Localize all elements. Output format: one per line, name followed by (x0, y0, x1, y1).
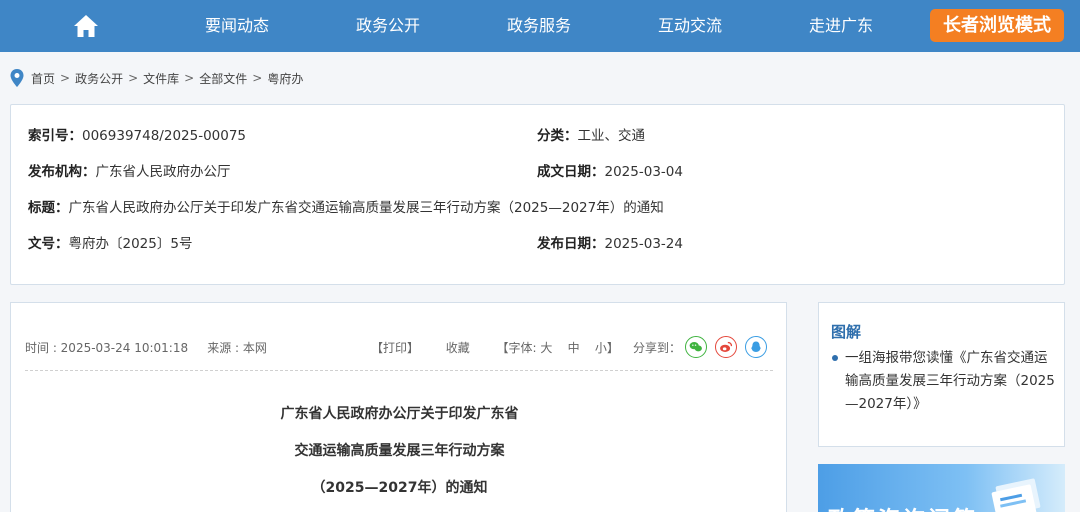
document-stack-icon (991, 478, 1041, 512)
share-label: 分享到： (633, 341, 682, 355)
illustration-link[interactable]: 一组海报带您读懂《广东省交通运输高质量发展三年行动方案（2025—2027年）》 (845, 347, 1057, 416)
article-source: 来源 : 本网 (207, 341, 267, 355)
font-small-button[interactable]: 小 (595, 341, 607, 355)
category-value: 工业、交通 (577, 128, 646, 144)
publish-time: 时间 : 2025-03-24 10:01:18 (25, 341, 189, 355)
breadcrumb-separator: > (60, 71, 71, 85)
title-value: 广东省人民政府办公厅关于印发广东省交通运输高质量发展三年行动方案（2025—20… (68, 200, 664, 216)
written-date-label: 成文日期： (537, 164, 605, 180)
article-title-line-1: 广东省人民政府办公厅关于印发广东省 (280, 406, 519, 422)
breadcrumb-file-library[interactable]: 文件库 (143, 70, 179, 87)
illustration-panel: 图解 一组海报带您读懂《广东省交通运输高质量发展三年行动方案（2025—2027… (818, 302, 1065, 447)
issuer-label: 发布机构： (28, 164, 96, 180)
breadcrumb-gov-open[interactable]: 政务公开 (75, 70, 123, 87)
font-size-label: 【字体: (496, 341, 537, 355)
bullet-icon (832, 355, 838, 361)
breadcrumb-all-files[interactable]: 全部文件 (199, 70, 247, 87)
breadcrumb-current[interactable]: 粤府办 (267, 70, 303, 87)
breadcrumb-separator: > (128, 71, 139, 85)
favorite-button[interactable]: 收藏 (446, 341, 470, 355)
illustration-title: 图解 (831, 323, 862, 341)
breadcrumb-home[interactable]: 首页 (31, 70, 55, 87)
category-label: 分类： (537, 128, 578, 144)
title-label: 标题： (28, 200, 69, 216)
divider (25, 370, 773, 371)
article-title-line-3: （2025—2027年）的通知 (311, 480, 488, 496)
issuer-value: 广东省人民政府办公厅 (95, 164, 231, 180)
index-number-label: 索引号： (28, 128, 82, 144)
wechat-share-icon[interactable] (685, 336, 707, 358)
issuer-row: 发布机构：广东省人民政府办公厅 (28, 160, 231, 180)
index-number-value: 006939748/2025-00075 (82, 128, 247, 144)
written-date-value: 2025-03-04 (604, 164, 683, 180)
location-pin-icon (10, 69, 24, 87)
font-size-close: 】 (606, 341, 619, 355)
article-meta: 时间 : 2025-03-24 10:01:18 来源 : 本网 (25, 339, 267, 356)
document-info-panel: 索引号：006939748/2025-00075 分类：工业、交通 发布机构：广… (10, 104, 1065, 285)
breadcrumb-separator: > (252, 71, 263, 85)
written-date-row: 成文日期：2025-03-04 (537, 160, 683, 180)
top-nav: 要闻动态 政务公开 政务服务 互动交流 走进广东 长者浏览模式 (0, 0, 1080, 52)
home-icon[interactable] (72, 12, 100, 40)
title-row: 标题：广东省人民政府办公厅关于印发广东省交通运输高质量发展三年行动方案（2025… (28, 196, 664, 216)
breadcrumb-separator: > (184, 71, 195, 85)
breadcrumb: 首页 > 政务公开 > 文件库 > 全部文件 > 粤府办 (10, 69, 303, 87)
font-large-button[interactable]: 大 (540, 341, 552, 355)
publish-date-value: 2025-03-24 (604, 236, 683, 252)
category-row: 分类：工业、交通 (537, 124, 645, 144)
nav-item-gov-service[interactable]: 政务服务 (498, 0, 580, 52)
publish-date-label: 发布日期： (537, 236, 605, 252)
policy-qa-banner-text: 政策咨询问答 (828, 502, 978, 512)
article-panel: 时间 : 2025-03-24 10:01:18 来源 : 本网 【打印】 收藏… (10, 302, 787, 512)
nav-item-about-guangdong[interactable]: 走进广东 (800, 0, 882, 52)
weibo-share-icon[interactable] (715, 336, 737, 358)
font-medium-button[interactable]: 中 (568, 341, 580, 355)
document-number-row: 文号：粤府办〔2025〕5号 (28, 232, 192, 252)
policy-qa-banner[interactable]: 政策咨询问答 (818, 464, 1065, 512)
document-number-label: 文号： (28, 236, 69, 252)
index-number-row: 索引号：006939748/2025-00075 (28, 124, 246, 144)
article-title-line-2: 交通运输高质量发展三年行动方案 (294, 443, 505, 459)
article-tools: 【打印】 收藏 【字体: 大 中 小】 (371, 339, 619, 356)
nav-item-news[interactable]: 要闻动态 (196, 0, 278, 52)
qq-share-icon[interactable] (745, 336, 767, 358)
nav-item-gov-open[interactable]: 政务公开 (347, 0, 429, 52)
nav-item-interaction[interactable]: 互动交流 (649, 0, 731, 52)
publish-date-row: 发布日期：2025-03-24 (537, 232, 683, 252)
print-button[interactable]: 【打印】 (371, 341, 419, 355)
elder-mode-button[interactable]: 长者浏览模式 (930, 9, 1064, 42)
document-number-value: 粤府办〔2025〕5号 (68, 236, 193, 252)
